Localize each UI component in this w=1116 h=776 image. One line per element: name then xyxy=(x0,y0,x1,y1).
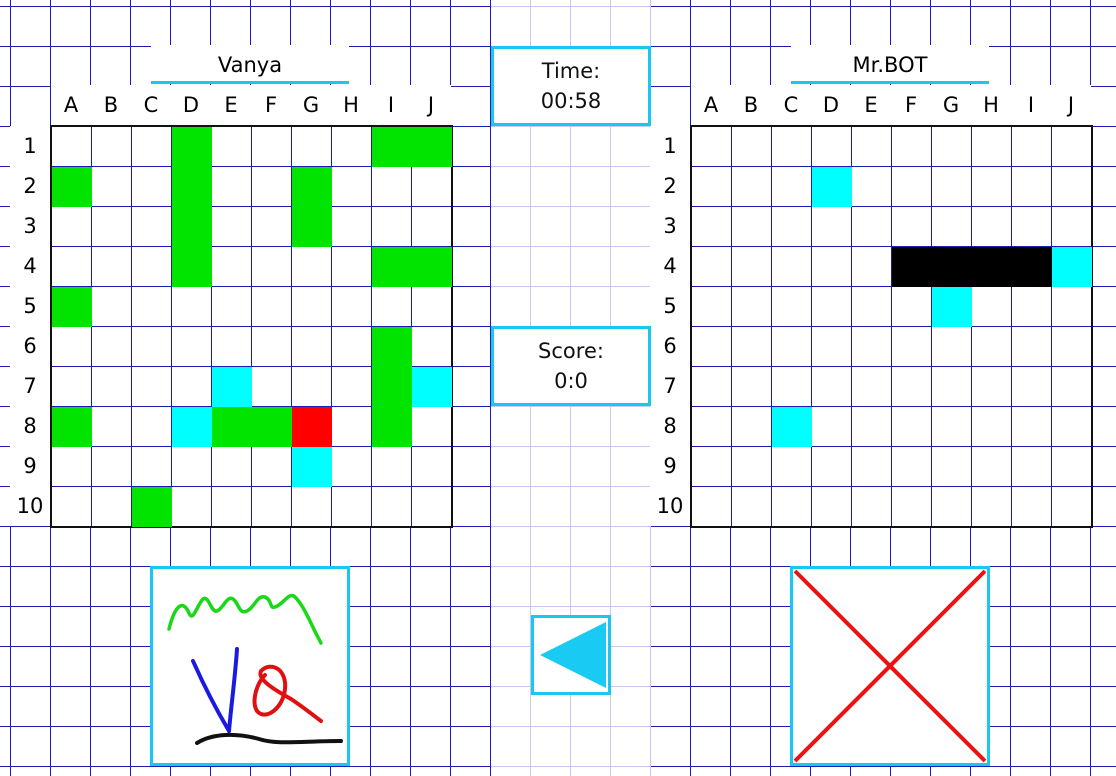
player-col-label-j: J xyxy=(411,85,451,125)
player-cell-i8-ship xyxy=(372,407,412,447)
player-cell-j4-ship xyxy=(412,247,452,287)
player-col-label-g: G xyxy=(291,85,331,125)
opponent-col-label-g: G xyxy=(931,85,971,125)
player-cell-g3-ship xyxy=(292,207,332,247)
opponent-cell-g4-sunk[interactable] xyxy=(932,247,972,287)
player-row-label-5: 5 xyxy=(10,286,50,326)
timer-value: 00:58 xyxy=(540,89,602,113)
player-cell-e8-ship xyxy=(212,407,252,447)
player-cell-i7-ship xyxy=(372,367,412,407)
opponent-col-label-a: A xyxy=(691,85,731,125)
timer-label: Time: xyxy=(541,59,601,83)
player-cell-d2-ship xyxy=(172,167,212,207)
player-row-label-9: 9 xyxy=(10,446,50,486)
player-cell-i1-ship xyxy=(372,127,412,167)
opponent-row-label-3: 3 xyxy=(650,206,690,246)
player-col-label-f: F xyxy=(251,85,291,125)
player-col-label-b: B xyxy=(91,85,131,125)
player-cell-c10-ship xyxy=(132,487,172,527)
opponent-name: Mr.BOT xyxy=(791,45,989,84)
opponent-col-label-h: H xyxy=(971,85,1011,125)
opponent-row-label-2: 2 xyxy=(650,166,690,206)
player-row-label-8: 8 xyxy=(10,406,50,446)
opponent-cell-c8-miss[interactable] xyxy=(772,407,812,447)
player-cell-g9-miss xyxy=(292,447,332,487)
opponent-row-label-8: 8 xyxy=(650,406,690,446)
opponent-cell-i4-sunk[interactable] xyxy=(1012,247,1052,287)
player-row-label-7: 7 xyxy=(10,366,50,406)
player-cell-a5-ship xyxy=(52,287,92,327)
scribble-drawing-icon xyxy=(167,593,343,745)
player-col-label-d: D xyxy=(171,85,211,125)
player-cell-d3-ship xyxy=(172,207,212,247)
opponent-row-label-9: 9 xyxy=(650,446,690,486)
opponent-row-label-4: 4 xyxy=(650,246,690,286)
opponent-cell-h4-sunk[interactable] xyxy=(972,247,1012,287)
player-cell-d4-ship xyxy=(172,247,212,287)
player-cell-g2-ship xyxy=(292,167,332,207)
opponent-col-label-b: B xyxy=(731,85,771,125)
player-cell-j1-ship xyxy=(412,127,452,167)
opponent-cell-d2-miss[interactable] xyxy=(812,167,852,207)
player-col-label-a: A xyxy=(51,85,91,125)
player-row-label-1: 1 xyxy=(10,126,50,166)
player-cell-j7-miss xyxy=(412,367,452,407)
score-label: Score: xyxy=(538,339,604,363)
player-cell-d1-ship xyxy=(172,127,212,167)
opponent-row-label-10: 10 xyxy=(650,486,690,526)
player-col-label-e: E xyxy=(211,85,251,125)
player-cell-a2-ship xyxy=(52,167,92,207)
opponent-col-label-c: C xyxy=(771,85,811,125)
player-avatar xyxy=(150,566,350,766)
player-cell-g8-hit xyxy=(292,407,332,447)
score-box: Score: 0:0 xyxy=(491,326,651,406)
player-name: Vanya xyxy=(151,45,349,84)
player-cell-d8-miss xyxy=(172,407,212,447)
opponent-col-label-f: F xyxy=(891,85,931,125)
opponent-board[interactable] xyxy=(690,125,1093,528)
player-cell-i6-ship xyxy=(372,327,412,367)
player-board xyxy=(50,125,453,528)
player-col-label-c: C xyxy=(131,85,171,125)
back-arrow-icon xyxy=(540,622,606,688)
player-row-label-3: 3 xyxy=(10,206,50,246)
opponent-col-label-i: I xyxy=(1011,85,1051,125)
opponent-row-label-6: 6 xyxy=(650,326,690,366)
player-col-label-i: I xyxy=(371,85,411,125)
opponent-row-label-7: 7 xyxy=(650,366,690,406)
player-cell-f8-ship xyxy=(252,407,292,447)
opponent-cell-f4-sunk[interactable] xyxy=(892,247,932,287)
back-button[interactable] xyxy=(531,615,611,695)
timer-box: Time: 00:58 xyxy=(491,46,651,126)
red-cross-icon xyxy=(793,569,987,763)
opponent-col-label-e: E xyxy=(851,85,891,125)
opponent-cell-g5-miss[interactable] xyxy=(932,287,972,327)
player-cell-i4-ship xyxy=(372,247,412,287)
player-col-label-h: H xyxy=(331,85,371,125)
opponent-col-label-d: D xyxy=(811,85,851,125)
player-row-label-4: 4 xyxy=(10,246,50,286)
player-row-label-2: 2 xyxy=(10,166,50,206)
opponent-cell-j4-miss[interactable] xyxy=(1052,247,1092,287)
opponent-row-label-1: 1 xyxy=(650,126,690,166)
opponent-col-label-j: J xyxy=(1051,85,1091,125)
opponent-avatar xyxy=(790,566,990,766)
score-value: 0:0 xyxy=(554,369,588,393)
player-row-label-10: 10 xyxy=(10,486,50,526)
opponent-row-label-5: 5 xyxy=(650,286,690,326)
player-cell-a8-ship xyxy=(52,407,92,447)
player-cell-e7-miss xyxy=(212,367,252,407)
player-row-label-6: 6 xyxy=(10,326,50,366)
